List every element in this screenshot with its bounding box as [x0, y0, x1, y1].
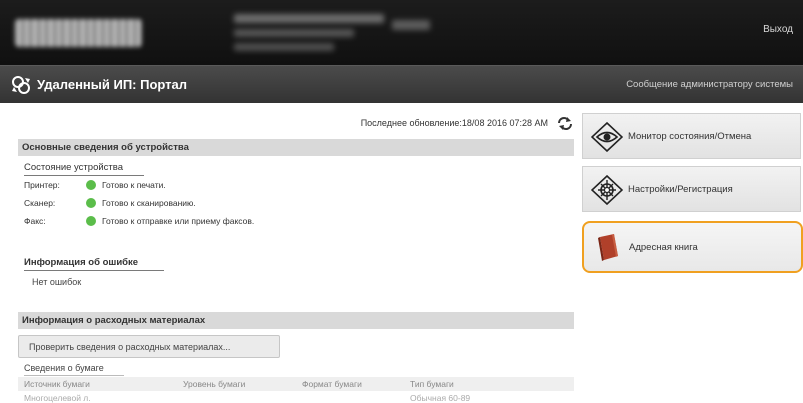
portal-title-bar: Удаленный ИП: Портал Сообщение администр… — [0, 65, 803, 103]
scanner-label: Сканер: — [24, 198, 56, 208]
fax-label: Факс: — [24, 216, 46, 226]
divider — [24, 175, 144, 176]
status-ok-icon — [86, 216, 96, 226]
last-update: Последнее обновление:18/08 2016 07:28 AM — [361, 116, 574, 130]
column-header: Тип бумаги — [410, 379, 454, 389]
last-update-text: Последнее обновление:18/08 2016 07:28 AM — [360, 118, 548, 128]
supplies-section-heading: Информация о расходных материалах — [18, 312, 574, 329]
column-header: Уровень бумаги — [183, 379, 246, 389]
status-monitor-label: Монитор состояния/Отмена — [628, 131, 752, 142]
portal-logo-icon — [12, 76, 30, 94]
error-info-title: Информация об ошибке — [24, 257, 139, 268]
main-content: Последнее обновление:18/08 2016 07:28 AM… — [18, 112, 574, 403]
device-info-blurred — [234, 14, 384, 23]
brand-logo — [15, 19, 142, 47]
settings-gear-icon — [591, 175, 623, 205]
fax-status-text: Готово к отправке или приему факсов. — [102, 216, 255, 226]
printer-status: Готово к печати. — [86, 180, 166, 190]
address-book-label: Адресная книга — [629, 242, 698, 253]
device-info-blurred-line-3 — [234, 43, 334, 51]
status-ok-icon — [86, 198, 96, 208]
address-book-icon — [598, 234, 618, 261]
divider — [24, 270, 164, 271]
scanner-status-text: Готово к сканированию. — [102, 198, 196, 208]
settings-registration-button[interactable]: Настройки/Регистрация — [582, 166, 801, 212]
top-banner: Выход — [0, 0, 803, 65]
paper-info-title: Сведения о бумаге — [24, 363, 104, 373]
divider — [24, 375, 124, 376]
table-cell: Многоцелевой л. — [24, 393, 91, 403]
logout-link[interactable]: Выход — [763, 24, 793, 35]
fax-status: Готово к отправке или приему факсов. — [86, 216, 254, 226]
paper-table-header: Источник бумаги Уровень бумаги Формат бу… — [18, 377, 574, 391]
column-header: Формат бумаги — [302, 379, 362, 389]
column-header: Источник бумаги — [24, 379, 90, 389]
device-status-title: Состояние устройства — [24, 162, 123, 173]
refresh-icon[interactable] — [556, 116, 574, 130]
page-title: Удаленный ИП: Портал — [37, 77, 188, 92]
admin-message-link[interactable]: Сообщение администратору системы — [626, 79, 793, 90]
settings-registration-label: Настройки/Регистрация — [628, 184, 733, 195]
check-supplies-button[interactable]: Проверить сведения о расходных материала… — [18, 335, 280, 358]
scanner-status: Готово к сканированию. — [86, 198, 196, 208]
eye-icon — [591, 122, 623, 152]
device-info-blurred-line-2 — [234, 29, 354, 37]
printer-label: Принтер: — [24, 180, 60, 190]
status-ok-icon — [86, 180, 96, 190]
device-info-section-heading: Основные сведения об устройства — [18, 139, 574, 156]
error-text: Нет ошибок — [32, 277, 82, 287]
address-book-button[interactable]: Адресная книга — [582, 221, 803, 273]
status-monitor-button[interactable]: Монитор состояния/Отмена — [582, 113, 801, 159]
printer-status-text: Готово к печати. — [102, 180, 166, 190]
device-info-blurred-line-4 — [392, 20, 430, 30]
table-cell: Обычная 60-89 — [410, 393, 471, 403]
